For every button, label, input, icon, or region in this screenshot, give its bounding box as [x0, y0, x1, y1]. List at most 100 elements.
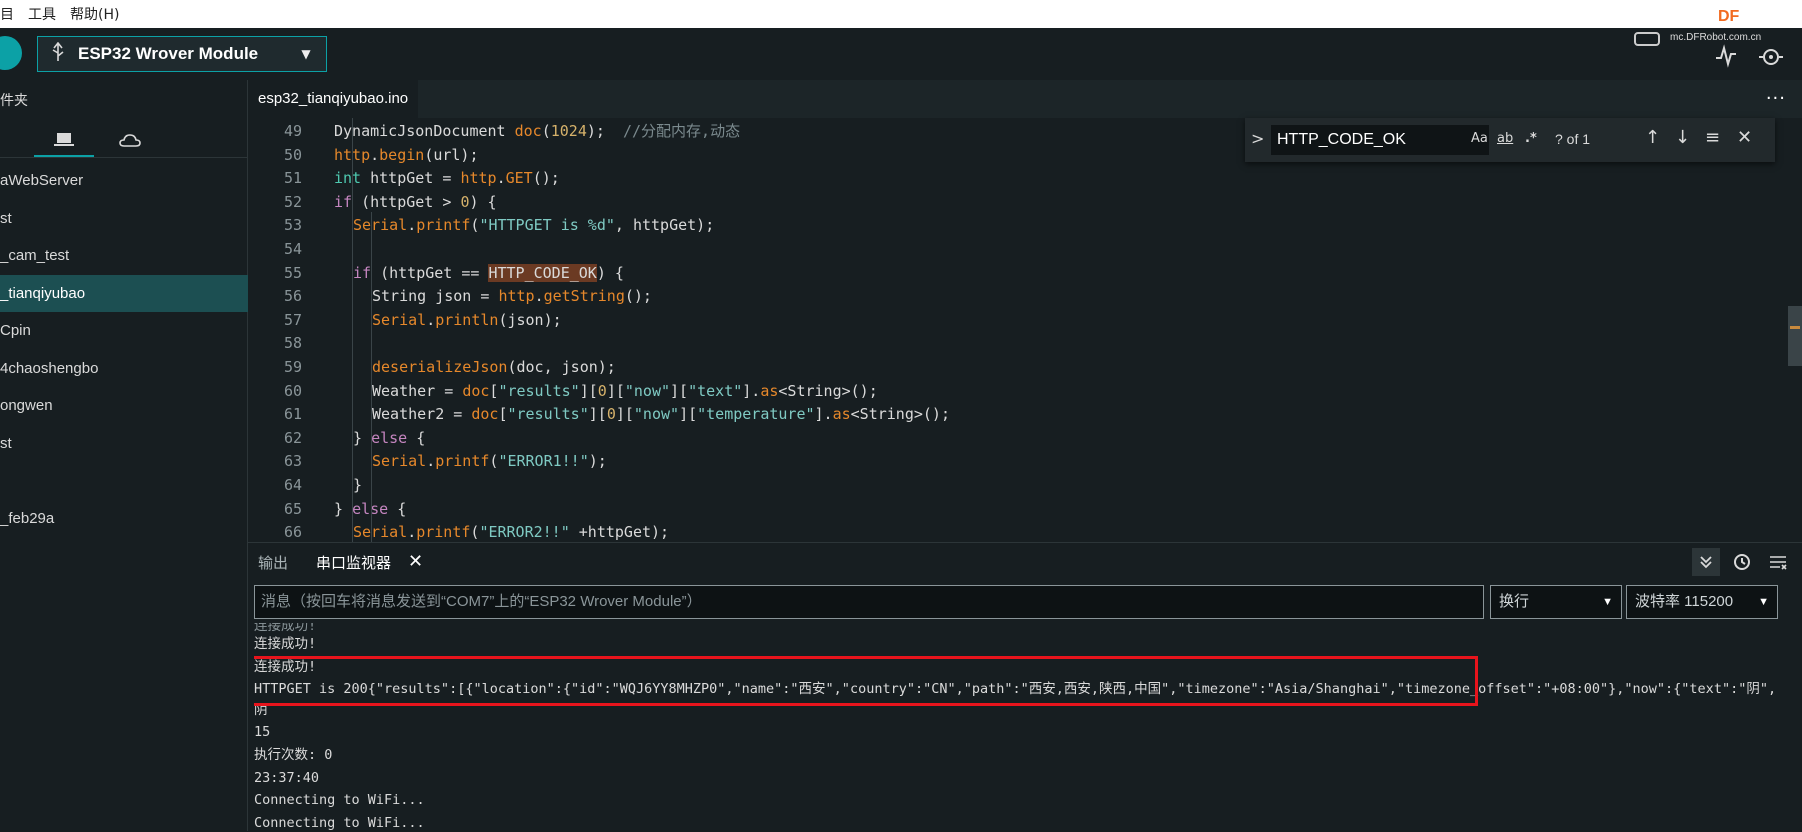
code-token: ][ [679, 405, 698, 424]
find-in-selection-icon[interactable]: ≡ [1705, 127, 1720, 148]
code-line: 64} [248, 474, 1788, 498]
line-number: 64 [283, 476, 302, 494]
code-line: 56 String json = http.getString(); [248, 285, 1788, 309]
line-number: 51 [283, 169, 302, 188]
code-text: Serial.printf("ERROR2!!" +httpGet); [353, 521, 669, 542]
code-token: deserializeJson [372, 358, 508, 376]
code-line: 61 Weather2 = doc["results"][0]["now"]["t… [248, 403, 1788, 427]
code-token: } [334, 499, 353, 518]
code-token: (); [624, 287, 652, 306]
upload-button[interactable] [0, 36, 22, 70]
code-text: Weather = doc["results"][0]["now"]["text… [372, 380, 878, 404]
watermark-url: mc.DFRobot.com.cn [1670, 32, 1762, 43]
timestamp-icon[interactable] [1728, 548, 1756, 576]
tab-output[interactable]: 输出 [258, 552, 288, 573]
code-token: if [353, 263, 372, 282]
editor-scrollbar[interactable] [1788, 306, 1802, 366]
code-token: +httpGet); [569, 523, 670, 542]
code-text: Weather2 = doc["results"][0]["now"]["tem… [372, 403, 950, 427]
code-token: "now" [624, 381, 671, 400]
code-text: deserializeJson(doc, json); [372, 356, 616, 380]
code-token: "text" [688, 381, 743, 400]
editor-tab-bar: esp32_tianqiyubao.ino ··· [248, 80, 1802, 118]
close-icon[interactable]: ✕ [1737, 127, 1752, 148]
sketch-item[interactable]: ongwen [0, 387, 248, 425]
sketch-item[interactable]: aWebServer [0, 162, 248, 200]
code-token: Serial [372, 452, 427, 471]
autoscroll-icon[interactable] [1692, 548, 1720, 576]
board-selector[interactable]: ESP32 Wrover Module ▼ [37, 36, 327, 72]
tab-local-sketchbook[interactable] [34, 124, 94, 157]
toggle-replace-chevron-icon[interactable]: > [1251, 129, 1264, 148]
code-line: 52 if (httpGet > 0) { [248, 191, 1788, 215]
tab-cloud-sketchbook[interactable] [100, 124, 160, 157]
menu-item-tools[interactable]: 工具 [28, 4, 56, 24]
code-token: else [371, 428, 408, 447]
whole-word-icon[interactable]: ab [1497, 131, 1513, 146]
menu-item-file[interactable]: 目 [0, 4, 14, 24]
menu-bar: 目 工具 帮助(H) DF [0, 0, 1802, 28]
message-input[interactable]: 消息（按回车将消息发送到“COM7”上的“ESP32 Wrover Module… [254, 585, 1484, 619]
code-token: Weather = [372, 381, 463, 400]
code-token: if [334, 192, 353, 211]
line-number: 59 [283, 358, 302, 376]
code-line: 58 [248, 332, 1788, 356]
code-text: DynamicJsonDocument doc(1024); //分配内存,动态 [334, 120, 740, 144]
code-token: ][ [670, 381, 689, 400]
sketch-item[interactable]: Cpin [0, 312, 248, 350]
code-text: Serial.printf("ERROR1!!"); [372, 450, 607, 474]
bottom-panel: 输出 串口监视器 ✕ 消息（按回车将消息发送到“COM7”上的“ESP32 Wr… [248, 542, 1802, 831]
arrow-up-icon[interactable]: ↑ [1645, 127, 1660, 148]
tab-serial-monitor[interactable]: 串口监视器 [316, 552, 391, 573]
code-line: 51 int httpGet = http.GET(); [248, 167, 1788, 191]
code-line: 59 deserializeJson(doc, json); [248, 356, 1788, 380]
more-icon[interactable]: ··· [1766, 88, 1786, 109]
find-widget: > HTTP_CODE_OK Aa ab .* ? of 1 ↑ ↓ ≡ ✕ [1245, 118, 1775, 162]
line-number: 52 [283, 192, 302, 211]
code-token: (url); [424, 145, 479, 164]
sketch-item[interactable]: 4chaoshengbo [0, 350, 248, 388]
match-case-icon[interactable]: Aa [1471, 131, 1488, 146]
close-serial-monitor-icon[interactable]: ✕ [408, 551, 423, 572]
code-editor[interactable]: 49 DynamicJsonDocument doc(1024); //分配内存,… [248, 118, 1802, 542]
code-text: } [353, 474, 362, 498]
code-token: ][ [606, 381, 625, 400]
sketch-item[interactable]: st [0, 200, 248, 238]
toolbar-right [1714, 44, 1786, 72]
file-tab[interactable]: esp32_tianqiyubao.ino [248, 80, 419, 118]
code-token: http [460, 169, 497, 188]
find-input[interactable]: HTTP_CODE_OK [1271, 125, 1489, 155]
serial-monitor-icon[interactable] [1758, 44, 1786, 72]
serial-plotter-icon[interactable] [1714, 44, 1740, 70]
arrow-down-icon[interactable]: ↓ [1675, 127, 1690, 148]
indent-guide [352, 118, 353, 542]
line-number: 54 [283, 240, 302, 258]
sketch-item[interactable]: _cam_test [0, 237, 248, 275]
regex-icon[interactable]: .* [1525, 131, 1537, 146]
baud-rate-select[interactable]: 波特率 115200 ▼ [1626, 585, 1778, 619]
code-text: } else { [353, 427, 425, 451]
menu-item-help[interactable]: 帮助(H) [70, 4, 119, 24]
sketch-item-active[interactable]: _tianqiyubao [0, 274, 248, 312]
line-number: 60 [283, 381, 302, 400]
code-token: ( [541, 122, 551, 140]
sketch-item[interactable]: _feb29a [0, 500, 248, 538]
output-line: Connecting to WiFi... [254, 792, 425, 808]
code-token: begin [379, 145, 425, 164]
code-token: "HTTPGET is %d" [479, 216, 615, 235]
line-ending-select[interactable]: 换行 ▼ [1490, 585, 1622, 619]
clear-output-icon[interactable] [1764, 548, 1792, 576]
code-text: Serial.println(json); [372, 309, 562, 333]
usb-icon [38, 41, 78, 67]
code-token: ]. [742, 381, 761, 400]
code-text: if (httpGet == HTTP_CODE_OK) { [353, 262, 624, 286]
code-token: "temperature" [697, 405, 815, 424]
output-line: Connecting to WiFi... [254, 815, 425, 831]
code-text: if (httpGet > 0) { [334, 191, 497, 215]
code-line: 54 [248, 238, 1788, 262]
code-token: getString [543, 287, 625, 306]
output-line: 执行次数: 0 [254, 747, 333, 763]
sketch-item[interactable] [0, 462, 248, 500]
code-text: http.begin(url); [334, 144, 479, 168]
sketch-item[interactable]: st [0, 425, 248, 463]
